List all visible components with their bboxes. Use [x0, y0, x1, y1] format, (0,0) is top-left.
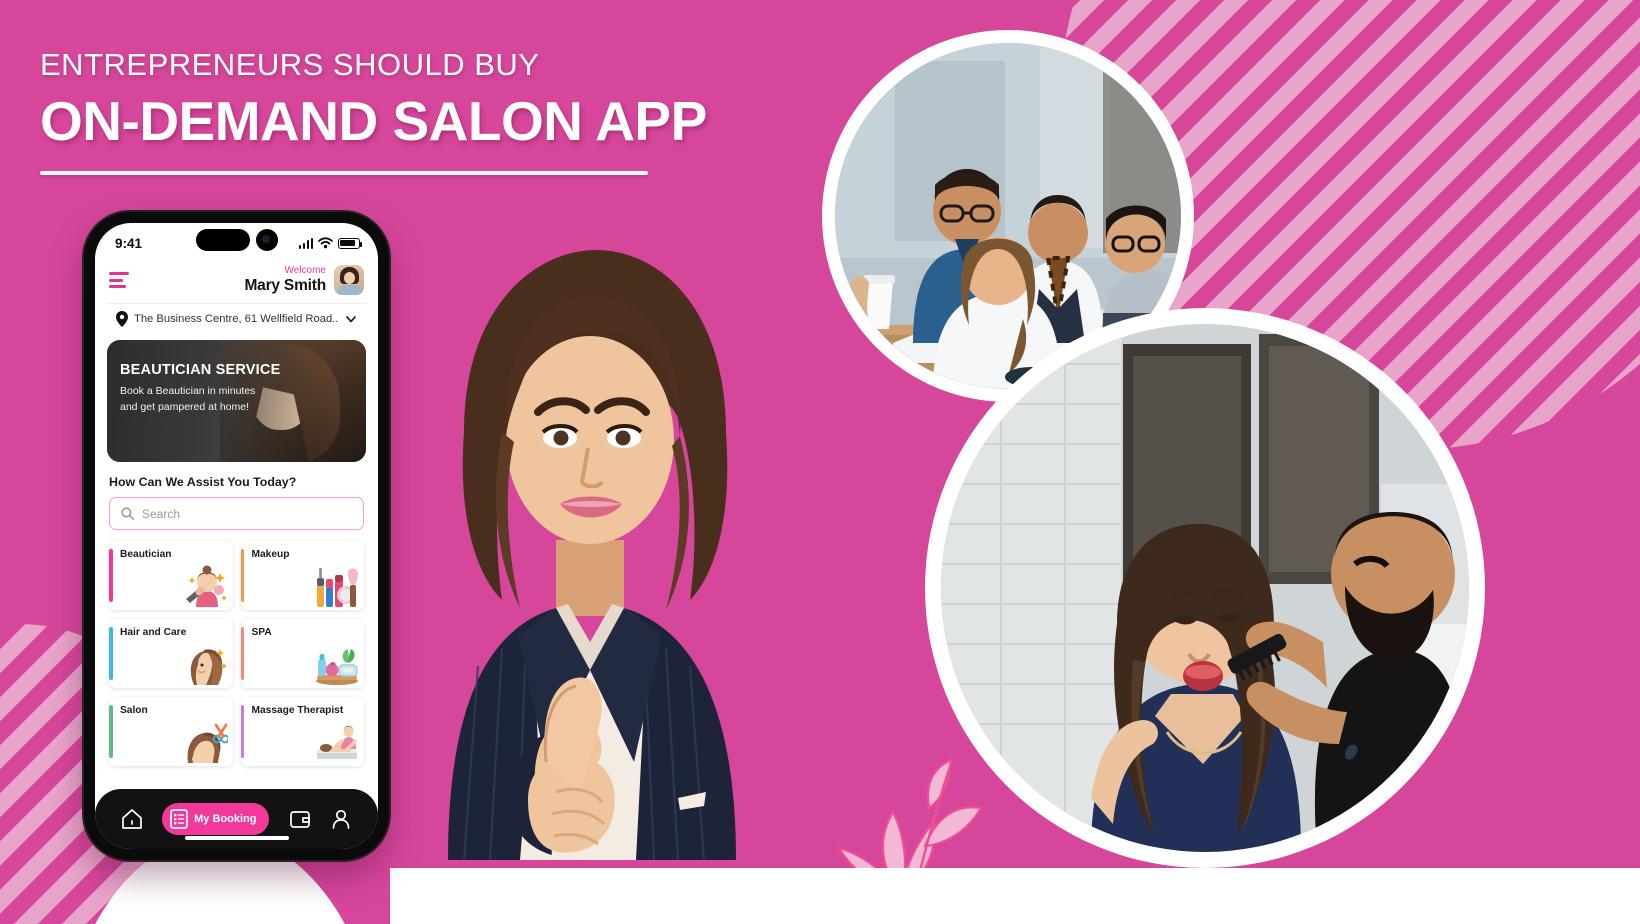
bottom-tab-bar: My Booking — [95, 789, 378, 849]
headline-block: ENTREPRENEURS SHOULD BUY ON-DEMAND SALON… — [40, 47, 820, 176]
search-input[interactable]: Search — [109, 497, 364, 530]
bottom-white-bar — [390, 868, 1640, 924]
category-accent-bar — [109, 627, 113, 680]
dynamic-island — [195, 229, 278, 251]
salon-photo — [941, 324, 1469, 852]
status-time: 9:41 — [115, 235, 143, 251]
chevron-down-icon[interactable] — [345, 313, 357, 325]
makeup-icon — [317, 568, 358, 607]
category-accent-bar — [240, 627, 244, 680]
category-label: Makeup — [251, 549, 290, 560]
category-label: Massage Therapist — [251, 705, 344, 716]
category-label: Beautician — [120, 549, 172, 560]
battery-icon — [338, 237, 363, 249]
category-card-makeup[interactable]: Makeup — [240, 541, 364, 610]
hero-businesswoman — [448, 250, 736, 860]
promo-banner: ENTREPRENEURS SHOULD BUY ON-DEMAND SALON… — [0, 0, 1640, 924]
headline-kicker: ENTREPRENEURS SHOULD BUY — [40, 47, 540, 82]
promo-card[interactable]: BEAUTICIAN SERVICE Book a Beautician in … — [107, 340, 366, 462]
status-bar: 9:41 — [95, 223, 378, 259]
wifi-icon — [318, 237, 333, 249]
category-label: Hair and Care — [120, 627, 187, 638]
wallet-icon[interactable] — [289, 808, 311, 830]
user-name: Mary Smith — [244, 276, 326, 294]
home-indicator — [184, 836, 289, 840]
promo-subtitle: Book a Beautician in minutes and get pam… — [120, 385, 256, 414]
phone-mockup: 9:41 Welcome Mary Smith The Business Cen… — [84, 212, 389, 860]
search-placeholder: Search — [142, 506, 181, 521]
headline-underline — [40, 171, 648, 176]
assist-heading: How Can We Assist You Today? — [109, 475, 297, 489]
profile-icon[interactable] — [330, 808, 352, 830]
category-accent-bar — [109, 705, 113, 758]
category-accent-bar — [109, 549, 113, 602]
massage-icon — [317, 726, 357, 759]
app-header: Welcome Mary Smith — [95, 259, 378, 295]
salon-icon — [187, 723, 228, 763]
category-accent-bar — [240, 549, 244, 602]
welcome-label: Welcome — [284, 265, 327, 277]
category-card-spa[interactable]: SPA — [240, 619, 364, 688]
avatar[interactable] — [334, 265, 364, 295]
category-label: Salon — [120, 705, 148, 716]
home-icon[interactable] — [121, 808, 143, 830]
tab-my-booking-label: My Booking — [194, 813, 257, 825]
page-title: ON-DEMAND SALON APP — [40, 90, 707, 153]
promo-title: BEAUTICIAN SERVICE — [120, 362, 281, 378]
category-card-beautician[interactable]: Beautician — [109, 541, 233, 610]
location-bar[interactable]: The Business Centre, 61 Wellfield Road..… — [107, 303, 366, 334]
spa-icon — [316, 649, 358, 685]
hair-care-icon — [190, 649, 227, 685]
category-card-hair-and-care[interactable]: Hair and Care — [109, 619, 233, 688]
salon-photo-circle — [925, 308, 1485, 868]
category-grid: Beautician Makeup Hair and Care SPA Salo… — [109, 541, 364, 766]
category-label: SPA — [251, 627, 272, 638]
hamburger-menu-icon[interactable] — [109, 269, 129, 291]
category-accent-bar — [240, 705, 244, 758]
category-card-salon[interactable]: Salon — [109, 697, 233, 766]
greeting-block: Welcome Mary Smith — [244, 265, 364, 295]
location-address: The Business Centre, 61 Wellfield Road..… — [134, 313, 339, 325]
tab-my-booking[interactable]: My Booking — [162, 803, 270, 835]
beautician-icon — [185, 565, 227, 607]
booking-list-icon — [170, 809, 188, 829]
location-pin-icon — [116, 311, 128, 327]
search-icon — [121, 507, 134, 520]
phone-screen: 9:41 Welcome Mary Smith The Business Cen… — [95, 223, 378, 849]
signal-bars-icon — [298, 237, 313, 249]
category-card-massage-therapist[interactable]: Massage Therapist — [240, 697, 364, 766]
